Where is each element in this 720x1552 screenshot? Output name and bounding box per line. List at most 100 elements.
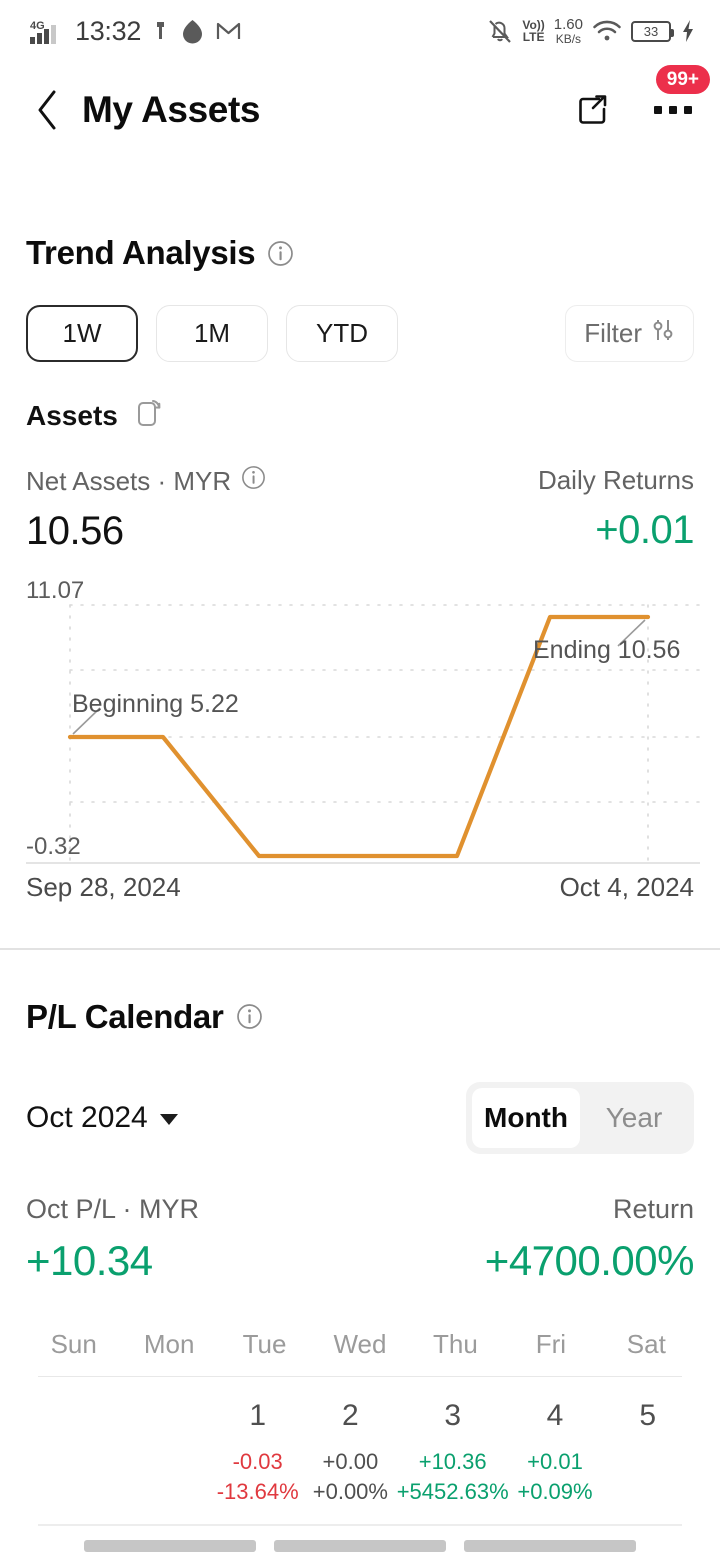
filter-label: Filter [584, 318, 642, 348]
battery-icon: 33 [631, 20, 674, 42]
calendar-day-cell[interactable] [119, 1377, 212, 1506]
y-axis-min-label: -0.32 [26, 833, 81, 860]
more-horizontal-icon [654, 106, 692, 114]
day-number: 2 [342, 1399, 359, 1432]
gmail-icon [216, 20, 241, 42]
beginning-annotation: Beginning 5.22 [72, 690, 239, 718]
calendar-day-cell[interactable]: 4 +0.01 +0.09% [509, 1377, 602, 1506]
status-bar-left: 4G 13:32 [30, 16, 241, 47]
day-number: 4 [546, 1399, 564, 1432]
status-bar: 4G 13:32 Vo)) LTE 1.60 KB/s 33 [0, 0, 720, 62]
net-assets-block: Net Assets · MYR 10.56 [26, 465, 266, 554]
month-selector-label: Oct 2024 [26, 1100, 148, 1134]
day-header-thu: Thu [433, 1328, 478, 1359]
filter-button[interactable]: Filter [565, 305, 694, 362]
calendar-day-cell[interactable] [26, 1377, 119, 1506]
app-header: My Assets 99+ [0, 62, 720, 158]
pl-value: +10.34 [26, 1236, 153, 1284]
day-number: 3 [444, 1399, 462, 1432]
month-selector[interactable]: Oct 2024 [26, 1101, 178, 1135]
volte-icon: Vo)) LTE [522, 18, 545, 44]
pl-summary: Oct P/L · MYR +10.34 Return +4700.00% [26, 1193, 695, 1285]
tab-month[interactable]: Month [472, 1087, 580, 1148]
pl-label: Oct P/L · MYR [26, 1193, 200, 1224]
placeholder-bar [274, 1539, 446, 1552]
x-axis-end-label: Oct 4, 2024 [559, 872, 694, 902]
net-assets-label: Net Assets · MYR [26, 465, 232, 496]
calendar-week-row: 1 -0.03 -13.64% 2 +0.00 +0.00% 3 +10.36 … [26, 1377, 694, 1506]
y-axis-max-label: 11.07 [26, 577, 85, 604]
trend-analysis-title-row: Trend Analysis [26, 234, 694, 272]
section-title-text: P/L Calendar [26, 997, 224, 1035]
day-header-tue: Tue [242, 1328, 287, 1359]
day-pl-percent: +0.09% [517, 1478, 593, 1504]
more-options-button[interactable]: 99+ [650, 65, 710, 133]
svg-text:4G: 4G [30, 20, 45, 32]
info-icon[interactable] [236, 1003, 263, 1030]
return-label: Return [612, 1193, 694, 1224]
pl-controls-row: Oct 2024 Month Year [26, 1081, 694, 1154]
calendar-day-cell[interactable]: 5 [601, 1377, 694, 1506]
day-header-fri: Fri [535, 1328, 567, 1359]
charging-bolt-icon [680, 18, 696, 44]
day-header-sun: Sun [50, 1328, 97, 1359]
day-pl-percent: -13.64% [216, 1478, 299, 1504]
pl-value-block: Oct P/L · MYR +10.34 [26, 1194, 199, 1285]
section-title-text: Trend Analysis [26, 234, 256, 271]
x-axis-start-label: Sep 28, 2024 [26, 872, 181, 902]
net-assets-label-row: Net Assets · MYR [26, 465, 266, 497]
day-pl-value: -0.03 [232, 1449, 283, 1474]
teardrop-icon [180, 18, 205, 44]
trend-chart[interactable]: 11.07 -0.32 Sep 28, 2024 Oct 4, 2024 Beg… [0, 577, 720, 902]
day-pl-percent: +5452.63% [396, 1478, 509, 1504]
info-icon[interactable] [241, 465, 266, 497]
share-icon [579, 95, 607, 124]
notifications-off-icon [487, 17, 513, 45]
back-button[interactable] [26, 88, 70, 132]
trend-chart-svg [26, 604, 701, 864]
net-assets-value: 10.56 [26, 509, 124, 553]
assets-stats: Net Assets · MYR 10.56 Daily Returns +0.… [26, 465, 695, 554]
calendar-grid: Sun Mon Tue Wed Thu Fri Sat 1 -0.03 -13.… [26, 1329, 694, 1526]
bottom-placeholder-bars [0, 1526, 720, 1552]
day-header-wed: Wed [333, 1328, 387, 1359]
calendar-header-row: Sun Mon Tue Wed Thu Fri Sat [26, 1329, 694, 1376]
day-header-sat: Sat [626, 1328, 666, 1359]
period-tabs: 1W 1M YTD Filter [26, 305, 694, 362]
info-icon[interactable] [267, 240, 294, 267]
day-pl-value: +0.00 [322, 1449, 379, 1474]
tab-1m[interactable]: 1M [156, 305, 268, 362]
tab-ytd[interactable]: YTD [286, 305, 398, 362]
return-block: Return +4700.00% [485, 1193, 695, 1285]
calendar-day-cell[interactable]: 1 -0.03 -13.64% [211, 1377, 304, 1506]
signal-4g-icon: 4G [30, 18, 64, 44]
rotate-screen-icon[interactable] [132, 396, 166, 435]
daily-returns-label: Daily Returns [537, 465, 694, 495]
vibrate-icon [152, 19, 169, 43]
assets-label: Assets [26, 399, 118, 431]
day-pl-value: +0.01 [527, 1449, 583, 1474]
placeholder-bar [464, 1539, 636, 1552]
range-segmented-control: Month Year [466, 1081, 694, 1154]
day-number: 5 [639, 1399, 656, 1432]
daily-returns-value: +0.01 [595, 508, 694, 552]
sliders-icon [651, 316, 675, 351]
status-bar-right: Vo)) LTE 1.60 KB/s 33 [487, 17, 696, 45]
day-pl-value: +10.36 [418, 1449, 487, 1474]
trend-analysis-section: Trend Analysis 1W 1M YTD Filter Assets N… [0, 234, 720, 554]
tab-1w[interactable]: 1W [26, 305, 138, 362]
notification-badge: 99+ [655, 65, 710, 95]
calendar-day-cell[interactable]: 2 +0.00 +0.00% [304, 1377, 397, 1506]
chevron-left-icon [38, 90, 56, 130]
tab-year[interactable]: Year [580, 1088, 688, 1148]
share-button[interactable] [570, 87, 616, 133]
daily-returns-block: Daily Returns +0.01 [537, 465, 695, 553]
ending-annotation: Ending 10.56 [533, 636, 681, 664]
page-title: My Assets [82, 89, 261, 130]
placeholder-bar [84, 1539, 256, 1552]
pl-calendar-title-row: P/L Calendar [26, 998, 694, 1036]
chevron-down-icon [159, 1114, 178, 1125]
status-bar-clock: 13:32 [75, 15, 142, 46]
pl-calendar-section: P/L Calendar Oct 2024 Month Year Oct P/L… [0, 950, 720, 1526]
calendar-day-cell[interactable]: 3 +10.36 +5452.63% [397, 1377, 509, 1506]
